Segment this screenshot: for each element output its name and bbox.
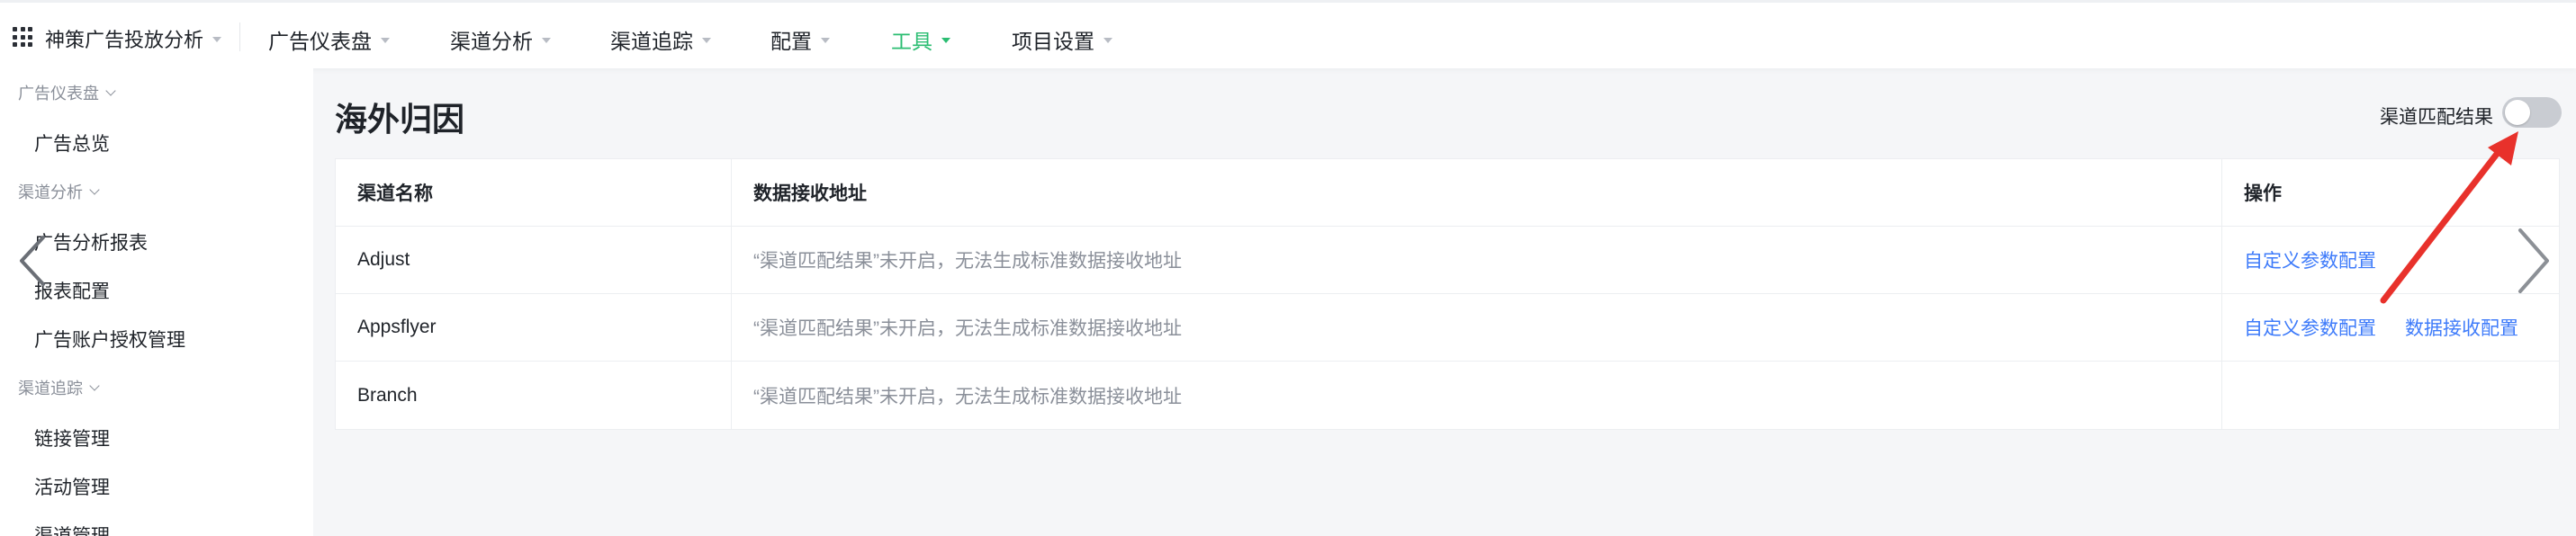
toggle-knob bbox=[2505, 100, 2530, 125]
caret-down-icon bbox=[702, 38, 711, 43]
sidebar-group-channel-tracking[interactable]: 渠道追踪 bbox=[18, 376, 100, 399]
sidebar-item-ad-account-auth[interactable]: 广告账户授权管理 bbox=[34, 326, 185, 353]
chevron-down-icon bbox=[89, 380, 100, 391]
nav-item-label: 广告仪表盘 bbox=[268, 30, 372, 53]
sidebar-item-link-management[interactable]: 链接管理 bbox=[34, 424, 110, 451]
sidebar-item-activity-management[interactable]: 活动管理 bbox=[34, 473, 110, 500]
nav-item-label: 项目设置 bbox=[1012, 30, 1094, 53]
column-header-receive-address: 数据接收地址 bbox=[732, 159, 2222, 226]
receive-address-cell: “渠道匹配结果”未开启，无法生成标准数据接收地址 bbox=[732, 294, 2222, 361]
nav-item-label: 工具 bbox=[891, 30, 932, 53]
nav-item-ad-dashboard[interactable]: 广告仪表盘 bbox=[268, 24, 390, 55]
chevron-down-icon bbox=[105, 85, 116, 96]
channel-name-cell: Branch bbox=[336, 362, 732, 429]
column-header-channel-name: 渠道名称 bbox=[336, 159, 732, 226]
nav-item-config[interactable]: 配置 bbox=[770, 24, 830, 55]
app-switcher[interactable]: 神策广告投放分析 bbox=[45, 24, 222, 53]
data-receive-config-link[interactable]: 数据接收配置 bbox=[2405, 314, 2518, 341]
caret-down-icon bbox=[542, 38, 551, 43]
table-header-row: 渠道名称 数据接收地址 操作 bbox=[336, 159, 2559, 227]
nav-item-channel-tracking[interactable]: 渠道追踪 bbox=[610, 24, 711, 55]
caret-down-icon bbox=[941, 38, 950, 43]
sidebar-group-label: 渠道分析 bbox=[18, 183, 83, 201]
caret-down-icon bbox=[212, 37, 222, 42]
sidebar-item-ad-report[interactable]: 广告分析报表 bbox=[34, 228, 148, 255]
sidebar-item-channel-management[interactable]: 渠道管理 bbox=[34, 522, 110, 536]
nav-item-tools[interactable]: 工具 bbox=[891, 24, 950, 55]
receive-address-cell: “渠道匹配结果”未开启，无法生成标准数据接收地址 bbox=[732, 227, 2222, 293]
receive-address-cell: “渠道匹配结果”未开启，无法生成标准数据接收地址 bbox=[732, 362, 2222, 429]
table-row: Adjust “渠道匹配结果”未开启，无法生成标准数据接收地址 自定义参数配置 bbox=[336, 227, 2559, 294]
table-row: Appsflyer “渠道匹配结果”未开启，无法生成标准数据接收地址 自定义参数… bbox=[336, 294, 2559, 362]
channel-name-cell: Adjust bbox=[336, 227, 732, 293]
chevron-down-icon bbox=[89, 183, 100, 195]
grid-icon[interactable] bbox=[13, 27, 32, 47]
top-navigation-bar: 神策广告投放分析 广告仪表盘 渠道分析 渠道追踪 配置 工具 项目设置 bbox=[0, 0, 2576, 68]
sidebar-group-label: 渠道追踪 bbox=[18, 380, 83, 398]
nav-item-label: 渠道追踪 bbox=[610, 30, 693, 53]
caret-down-icon bbox=[381, 38, 390, 43]
sidebar-item-ad-overview[interactable]: 广告总览 bbox=[34, 130, 110, 156]
nav-item-project-settings[interactable]: 项目设置 bbox=[1012, 24, 1112, 55]
app-name: 神策广告投放分析 bbox=[45, 29, 204, 51]
caret-down-icon bbox=[1103, 38, 1112, 43]
attribution-table: 渠道名称 数据接收地址 操作 Adjust “渠道匹配结果”未开启，无法生成标准… bbox=[335, 158, 2560, 430]
nav-item-label: 渠道分析 bbox=[450, 30, 533, 53]
channel-match-toggle[interactable] bbox=[2502, 97, 2562, 128]
nav-item-channel-analysis[interactable]: 渠道分析 bbox=[450, 24, 551, 55]
custom-param-config-link[interactable]: 自定义参数配置 bbox=[2244, 314, 2376, 341]
sidebar: 广告仪表盘 广告总览 渠道分析 广告分析报表 报表配置 广告账户授权管理 渠道追… bbox=[0, 68, 313, 536]
caret-down-icon bbox=[821, 38, 830, 43]
custom-param-config-link[interactable]: 自定义参数配置 bbox=[2244, 246, 2376, 273]
table-row: Branch “渠道匹配结果”未开启，无法生成标准数据接收地址 bbox=[336, 362, 2559, 429]
nav-item-label: 配置 bbox=[770, 30, 812, 53]
red-arrow-annotation bbox=[2380, 131, 2518, 304]
chevron-left-icon[interactable] bbox=[14, 234, 50, 288]
sidebar-group-label: 广告仪表盘 bbox=[18, 85, 99, 103]
page-title: 海外归因 bbox=[335, 101, 465, 138]
nav-divider bbox=[239, 22, 240, 51]
sidebar-group-ad-dashboard[interactable]: 广告仪表盘 bbox=[18, 81, 116, 104]
channel-name-cell: Appsflyer bbox=[336, 294, 732, 361]
actions-cell bbox=[2222, 362, 2561, 429]
sidebar-group-channel-analysis[interactable]: 渠道分析 bbox=[18, 180, 100, 203]
